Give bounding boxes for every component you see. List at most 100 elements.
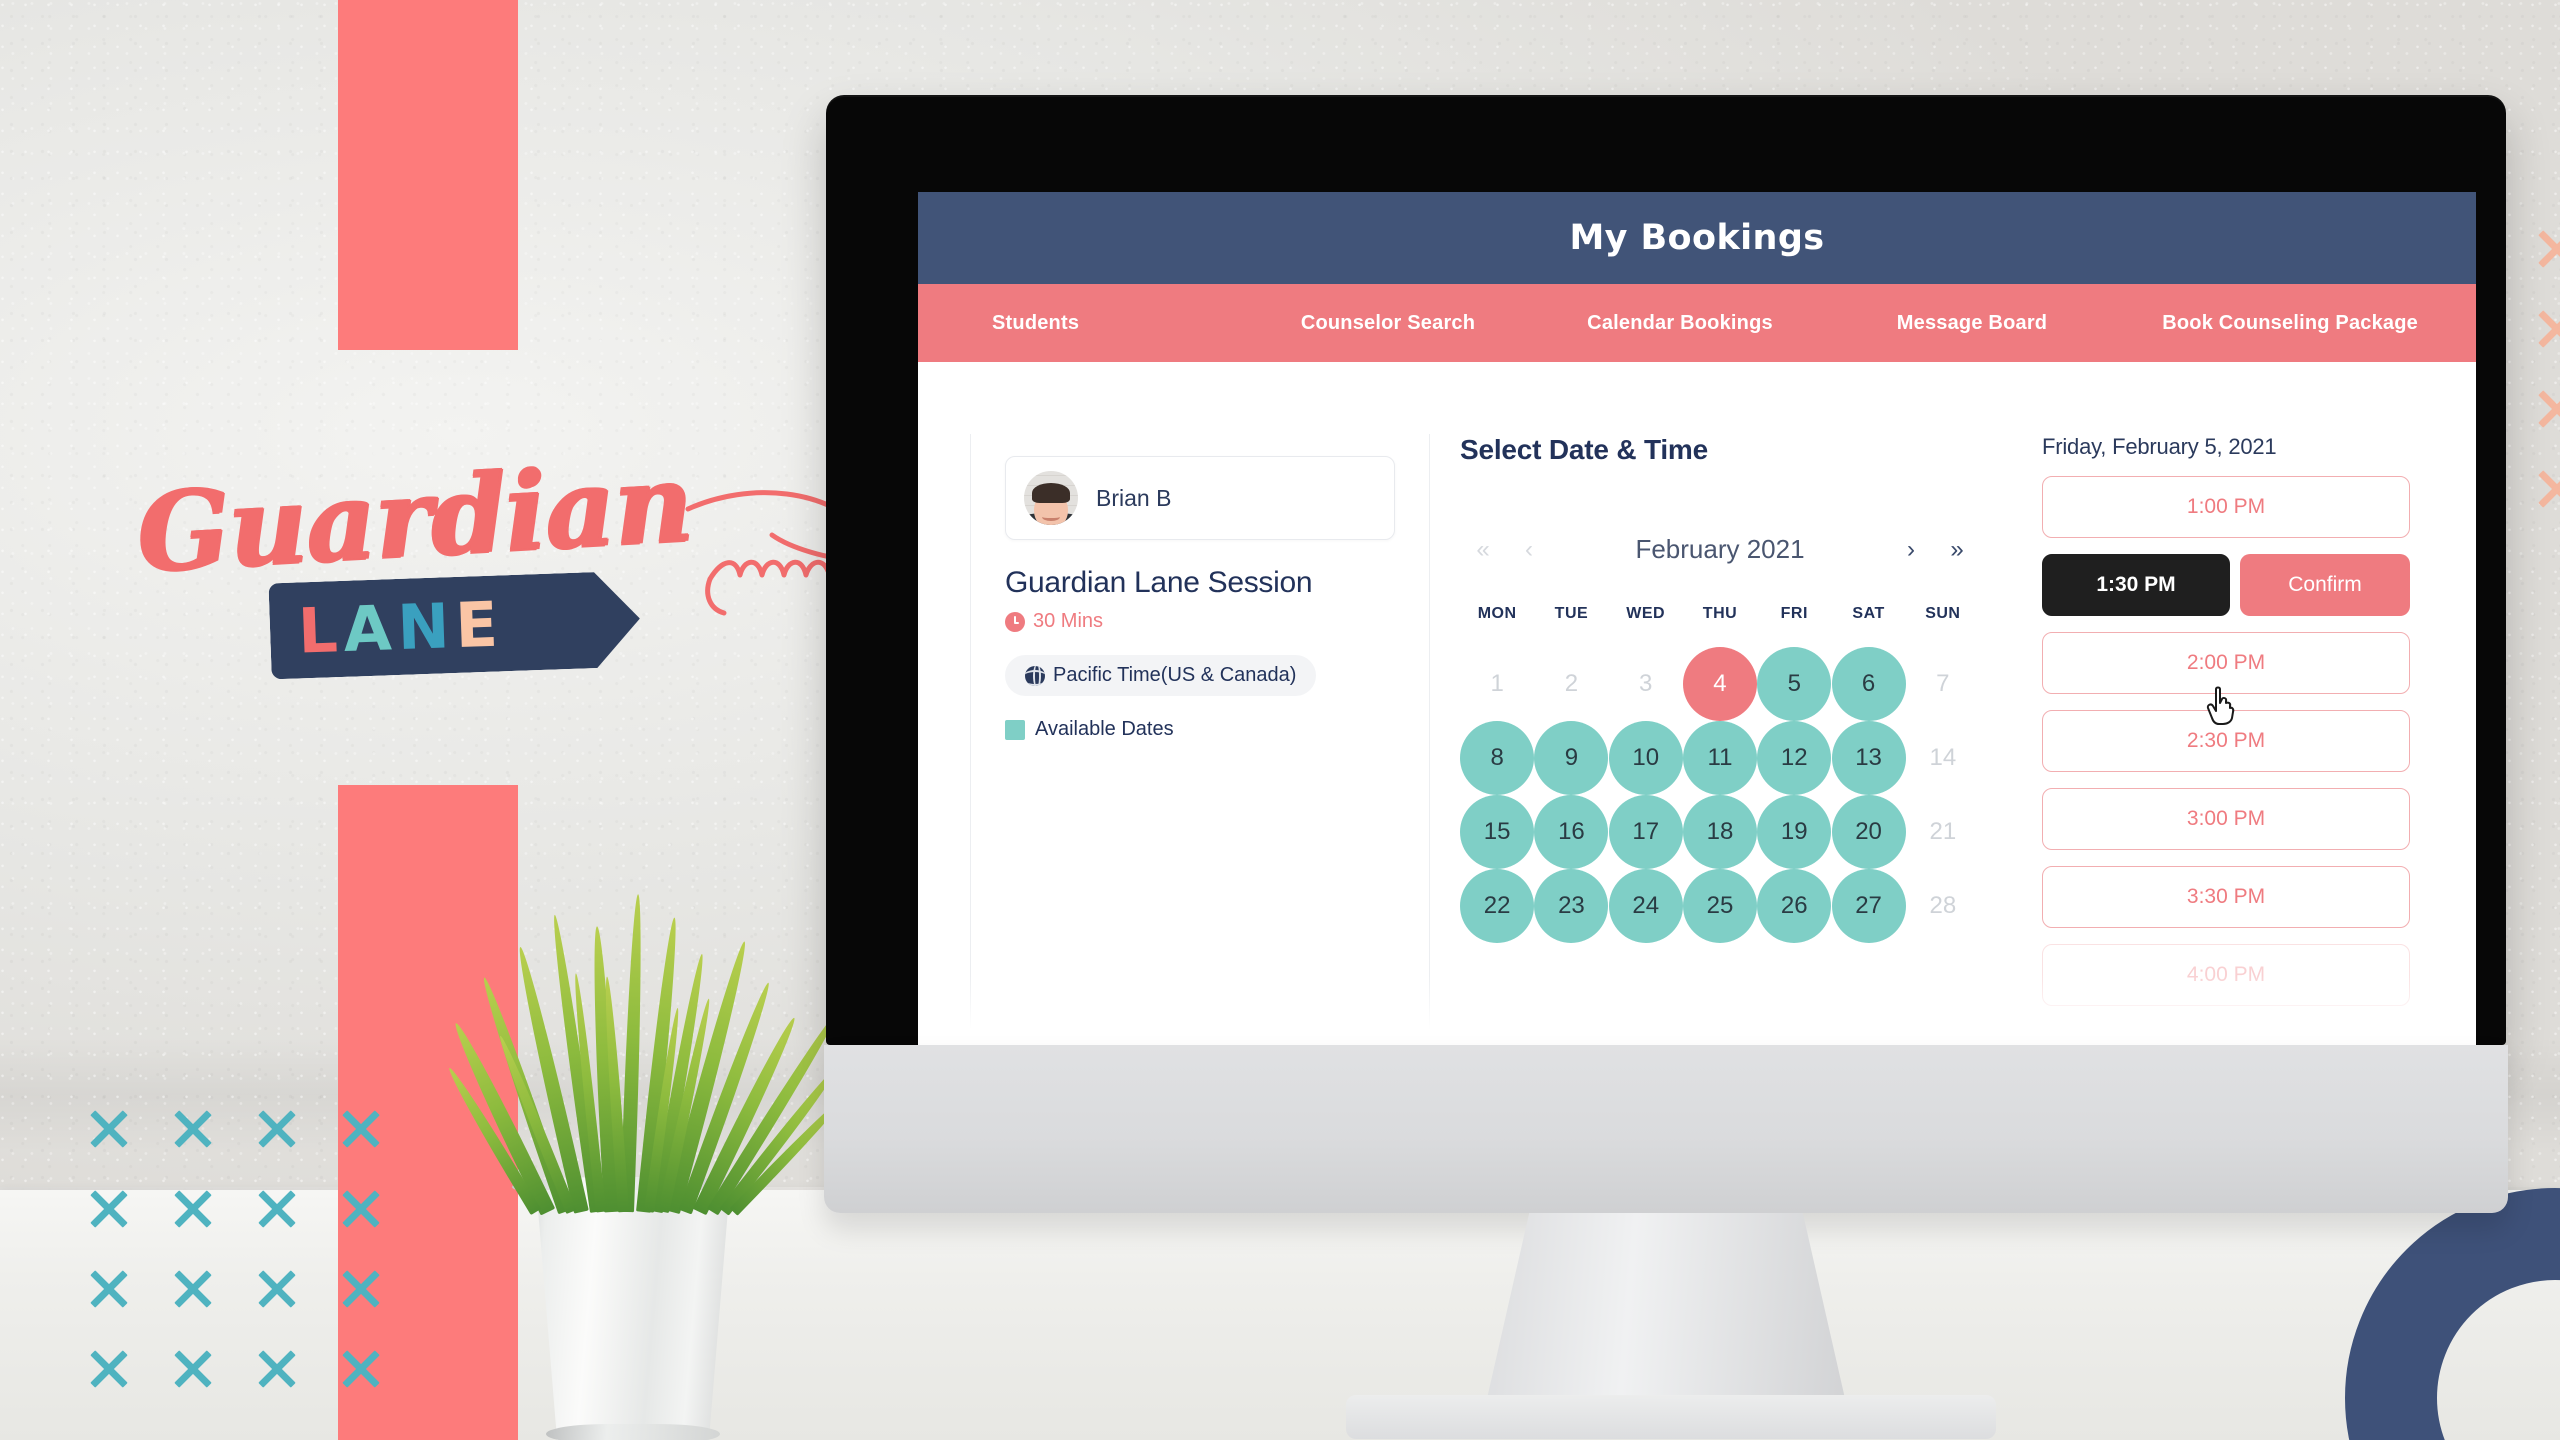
time-slot-3-30-pm[interactable]: 3:30 PM	[2042, 866, 2410, 928]
session-duration: 30 Mins	[1005, 610, 1395, 633]
session-info-card: Brian B Guardian Lane Session 30 Mins Pa…	[970, 434, 1430, 1045]
counselor-name: Brian B	[1096, 484, 1172, 511]
plant-pot	[536, 1190, 730, 1440]
selected-date-label: Friday, February 5, 2021	[2042, 434, 2277, 459]
logo-banner-letter: A	[342, 591, 399, 666]
calendar-day-2: 2	[1564, 670, 1579, 697]
x-mark-icon	[172, 1108, 214, 1150]
monitor-stand-foot	[1346, 1395, 1996, 1439]
time-slots-panel: Friday, February 5, 2021 1:00 PM 1:30 PM C…	[1990, 434, 2410, 1045]
prev-month-button[interactable]: ‹	[1506, 536, 1552, 564]
nav-item-students[interactable]: Students	[992, 312, 1242, 335]
time-slot-row: 2:30 PM	[2042, 710, 2410, 772]
x-mark-icon	[2536, 388, 2560, 430]
calendar-weekday: TUE	[1554, 605, 1589, 622]
calendar-day-7: 7	[1936, 670, 1950, 697]
calendar-day-22[interactable]: 22	[1460, 869, 1535, 943]
x-mark-icon	[172, 1348, 214, 1390]
calendar-weekday: WED	[1626, 605, 1666, 622]
calendar-day-26[interactable]: 26	[1757, 869, 1832, 943]
calendar-day-grid: 1 2 3 4 5 6 7 8 9 10 11 12 13 14 15 16 17 18 19 20 21 22 23 24 2…	[1460, 647, 1980, 943]
booking-content: Brian B Guardian Lane Session 30 Mins Pa…	[918, 362, 2476, 1045]
calendar-weekday: MON	[1477, 605, 1517, 622]
calendar-weekday: FRI	[1780, 605, 1808, 622]
calendar-day-13[interactable]: 13	[1831, 721, 1906, 795]
nav-item-calendar-bookings[interactable]: Calendar Bookings	[1534, 312, 1826, 335]
calendar-navigation: « ‹ February 2021 › »	[1460, 534, 1980, 565]
logo-banner-letter: L	[296, 593, 345, 668]
prev-year-button[interactable]: «	[1460, 536, 1506, 564]
timezone-selector[interactable]: Pacific Time(US & Canada)	[1005, 655, 1317, 696]
calendar-panel: Select Date & Time « ‹ February 2021 › »…	[1430, 434, 1990, 1045]
x-mark-icon	[2536, 308, 2560, 350]
time-slot-row: 4:00 PM	[2042, 944, 2410, 1006]
calendar-day-25[interactable]: 25	[1682, 869, 1757, 943]
guardian-lane-logo: Guardian LANE	[120, 440, 873, 685]
calendar-month-label: February 2021	[1635, 534, 1805, 564]
time-slot-4-00-pm[interactable]: 4:00 PM	[2042, 944, 2410, 1006]
calendar-day-16[interactable]: 16	[1534, 795, 1609, 869]
x-mark-icon	[256, 1268, 298, 1310]
time-slot-row: 3:00 PM	[2042, 788, 2410, 850]
x-mark-icon	[340, 1268, 382, 1310]
monitor-screen: My Bookings Students Counselor Search Ca…	[918, 192, 2476, 1045]
time-slot-2-30-pm[interactable]: 2:30 PM	[2042, 710, 2410, 772]
app-header: My Bookings	[918, 192, 2476, 284]
calendar-day-27[interactable]: 27	[1831, 869, 1906, 943]
decor-x-grid-left	[88, 1108, 424, 1428]
confirm-button[interactable]: Confirm	[2240, 554, 2410, 616]
calendar-day-17[interactable]: 17	[1608, 795, 1683, 869]
logo-banner-word: LANE	[297, 587, 505, 667]
calendar-day-23[interactable]: 23	[1534, 869, 1609, 943]
calendar-day-9[interactable]: 9	[1534, 721, 1609, 795]
calendar-day-15[interactable]: 15	[1460, 795, 1535, 869]
main-navigation: Students Counselor Search Calendar Booki…	[918, 284, 2476, 362]
x-mark-icon	[88, 1268, 130, 1310]
time-slot-row: 1:30 PM Confirm	[2042, 554, 2410, 616]
nav-item-counselor-search[interactable]: Counselor Search	[1242, 312, 1534, 335]
time-slot-1-00-pm[interactable]: 1:00 PM	[2042, 476, 2410, 538]
calendar-weekday: THU	[1702, 605, 1738, 622]
calendar-day-20[interactable]: 20	[1831, 795, 1906, 869]
calendar-day-18[interactable]: 18	[1682, 795, 1757, 869]
time-slot-row: 1:00 PM	[2042, 476, 2410, 538]
time-slot-1-30-pm[interactable]: 1:30 PM	[2042, 554, 2230, 616]
calendar-day-14: 14	[1929, 744, 1957, 771]
x-mark-icon	[88, 1108, 130, 1150]
monitor-stand-neck	[1486, 1213, 1846, 1403]
timezone-label: Pacific Time(US & Canada)	[1053, 664, 1297, 686]
x-mark-icon	[340, 1188, 382, 1230]
calendar-day-10[interactable]: 10	[1608, 721, 1683, 795]
calendar-day-24[interactable]: 24	[1608, 869, 1683, 943]
session-duration-label: 30 Mins	[1033, 610, 1104, 632]
x-mark-icon	[2536, 468, 2560, 510]
time-slot-2-00-pm[interactable]: 2:00 PM	[2042, 632, 2410, 694]
next-year-button[interactable]: »	[1934, 536, 1980, 564]
legend-swatch-icon	[1005, 719, 1025, 740]
nav-item-message-board[interactable]: Message Board	[1826, 312, 2118, 335]
nav-item-book-counseling-package[interactable]: Book Counseling Package	[2118, 312, 2418, 335]
time-slot-3-00-pm[interactable]: 3:00 PM	[2042, 788, 2410, 850]
clock-icon	[1005, 611, 1025, 632]
calendar-day-5[interactable]: 5	[1757, 647, 1832, 721]
calendar-day-12[interactable]: 12	[1757, 721, 1832, 795]
calendar-day-8[interactable]: 8	[1460, 721, 1535, 795]
next-month-button[interactable]: ›	[1888, 536, 1934, 564]
x-mark-icon	[88, 1188, 130, 1230]
calendar-day-4[interactable]: 4	[1682, 647, 1757, 721]
x-mark-icon	[88, 1348, 130, 1390]
calendar-day-3: 3	[1639, 670, 1653, 697]
session-title: Guardian Lane Session	[1005, 566, 1313, 599]
potted-plant	[444, 845, 849, 1440]
avatar	[1024, 471, 1078, 525]
x-mark-icon	[172, 1188, 214, 1230]
calendar-heading: Select Date & Time	[1460, 434, 1708, 465]
time-slot-list: 1:00 PM 1:30 PM Confirm 2:00 PM 2:30 PM 3:00 …	[2042, 476, 2410, 1006]
time-slot-row: 3:30 PM	[2042, 866, 2410, 928]
calendar-day-6[interactable]: 6	[1831, 647, 1906, 721]
calendar-day-11[interactable]: 11	[1682, 721, 1757, 795]
logo-script-word: Guardian	[132, 439, 694, 597]
counselor-profile-box[interactable]: Brian B	[1005, 456, 1395, 540]
calendar-day-19[interactable]: 19	[1757, 795, 1832, 869]
x-mark-icon	[340, 1108, 382, 1150]
